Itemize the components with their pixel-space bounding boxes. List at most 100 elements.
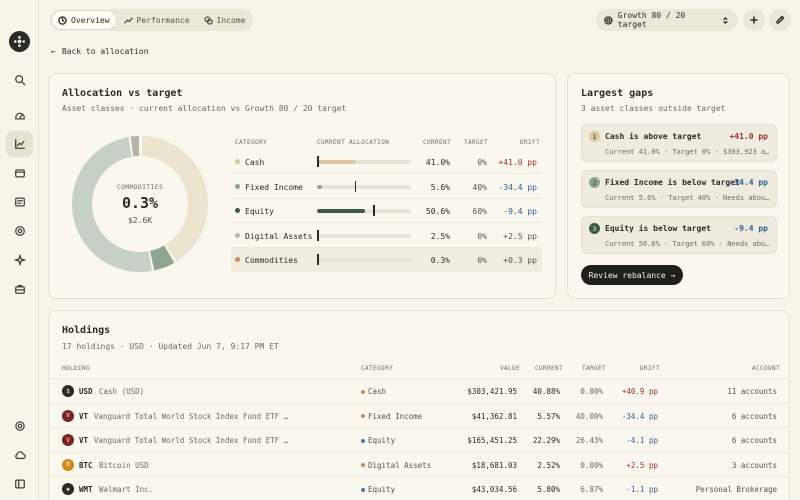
holding-row[interactable]: V VT Vanguard Total World Stock Index Fund… — [48, 427, 790, 451]
category-dot — [235, 183, 240, 189]
holding-category: Equity — [361, 485, 395, 494]
holding-account: Personal Brokerage — [695, 485, 777, 494]
holdings-title: Holdings — [62, 325, 111, 336]
tab-label: Performance — [136, 15, 190, 25]
sidebar-transactions[interactable] — [6, 189, 33, 215]
sidebar-settings[interactable] — [6, 413, 33, 439]
holding-icon: V — [62, 434, 74, 446]
sidebar-sync[interactable] — [6, 442, 33, 468]
sidebar-search[interactable] — [6, 67, 33, 93]
current-value: 41.0% — [425, 158, 450, 167]
clock-icon — [58, 15, 67, 25]
holding-category: Equity — [361, 436, 395, 445]
holding-target: 26.43% — [575, 436, 603, 445]
holding-current: 22.29% — [532, 436, 560, 445]
holding-value: $43,034.56 — [471, 485, 517, 494]
holding-icon: B — [62, 458, 74, 471]
allocation-row[interactable]: Equity 50.6% 60% -9.4 pp — [231, 199, 542, 223]
holding-drift: -34.4 pp — [621, 411, 658, 421]
current-value: 0.3% — [430, 256, 450, 265]
category-dot — [235, 232, 240, 238]
holding-row[interactable]: ✱ WMT Walmart Inc. Equity $43,034.56 5.80% 6.8… — [48, 476, 790, 500]
tab-income[interactable]: Income — [198, 11, 252, 29]
holding-category: Fixed Income — [361, 412, 422, 421]
add-button[interactable] — [743, 9, 765, 31]
target-marker — [317, 254, 319, 265]
holding-row[interactable]: V VT Vanguard Total World Stock Index Fund… — [48, 402, 790, 427]
gap-title: Cash is above target — [605, 132, 702, 141]
search-icon — [14, 75, 25, 86]
sidebar-collapse[interactable] — [6, 471, 33, 497]
sidebar-insights[interactable] — [6, 247, 33, 273]
gap-item[interactable]: 3 Equity is below target -9.4 pp Current 50… — [581, 216, 777, 254]
allocation-title: Allocation vs target — [62, 88, 183, 99]
sidebar-dashboard[interactable] — [6, 102, 33, 128]
holding-category-label: Cash — [368, 387, 387, 396]
category-name: Digital Assets — [245, 231, 313, 241]
tab-performance[interactable]: Performance — [118, 11, 196, 29]
allocation-bar — [317, 184, 411, 189]
sidebar-vault[interactable] — [6, 276, 33, 302]
allocation-bar — [317, 258, 411, 262]
sidebar-goals[interactable] — [6, 218, 33, 244]
coins-icon — [203, 15, 213, 25]
back-link[interactable]: ← Back to allocation — [51, 47, 149, 56]
holding-row[interactable]: $ USD Cash (USD) Cash $303,421.95 40.88% 0.00%… — [48, 378, 790, 402]
holding-drift: -4.1 pp — [626, 436, 658, 445]
holding-drift: +40.9 pp — [621, 387, 658, 396]
category-dot — [235, 208, 240, 213]
target-marker — [373, 205, 375, 216]
current-value: 5.6% — [430, 182, 450, 192]
allocation-row[interactable]: Digital Assets 2.5% 0% +2.5 pp — [231, 224, 542, 248]
allocation-row[interactable]: Fixed Income 5.6% 40% -34.4 pp — [231, 175, 542, 199]
allocation-bar-fill — [317, 160, 356, 164]
sidebar-toggle-icon — [14, 479, 25, 489]
drift-value: -9.4 pp — [503, 207, 537, 216]
holding-row[interactable]: B BTC Bitcoin USD Digital Assets $18,681.03 2… — [48, 451, 790, 476]
wallet-icon — [14, 169, 25, 178]
category-name: Commodities — [245, 256, 298, 265]
holding-drift: -1.1 pp — [626, 485, 658, 494]
holding-name: Vanguard Total World Stock Index Fund ET… — [94, 436, 290, 445]
holding-target: 6.87% — [580, 485, 603, 494]
plus-icon — [750, 16, 758, 24]
gap-title: Fixed Income is below target — [605, 178, 740, 187]
target-value: 40% — [472, 182, 487, 192]
allocation-bar — [317, 209, 411, 213]
briefcase-icon — [14, 284, 25, 294]
target-marker — [317, 229, 319, 241]
holding-icon: V — [62, 409, 74, 422]
tab-label: Income — [216, 15, 246, 25]
edit-button[interactable] — [769, 9, 791, 31]
current-value: 2.5% — [430, 231, 450, 241]
current-value: 50.6% — [425, 207, 450, 216]
gap-drift: -9.4 pp — [734, 224, 768, 233]
target-marker — [317, 156, 319, 167]
gap-number: 3 — [589, 223, 600, 234]
sidebar-accounts[interactable] — [6, 160, 33, 186]
review-rebalance-button[interactable]: Review rebalance → — [581, 265, 683, 285]
holding-target: 0.00% — [580, 460, 603, 470]
gap-item[interactable]: 1 Cash is above target +41.0 pp Current 41.… — [581, 124, 777, 162]
target-value: 60% — [472, 207, 487, 216]
allocation-row[interactable]: Cash 41.0% 0% +41.0 pp — [231, 150, 542, 174]
donut-center: COMMODITIES 0.3% $2.6K — [70, 134, 210, 274]
chart-icon — [14, 139, 25, 149]
allocation-bar-fill — [317, 209, 365, 213]
holding-category: Cash — [361, 387, 386, 396]
allocation-row[interactable]: Commodities 0.3% 0% +0.3 pp — [231, 248, 542, 272]
gaps-title: Largest gaps — [581, 88, 654, 99]
gap-item[interactable]: 2 Fixed Income is below target -34.4 pp Cur… — [581, 170, 777, 208]
category-dot — [361, 389, 365, 394]
holding-current: 5.80% — [537, 485, 560, 494]
category-name: Equity — [245, 207, 274, 216]
app-logo[interactable] — [9, 31, 30, 52]
donut-amount: $2.6K — [127, 216, 153, 225]
holding-account: 6 accounts — [731, 411, 777, 421]
holding-value: $303,421.95 — [467, 387, 517, 396]
tab-overview[interactable]: Overview — [52, 11, 116, 29]
gear-icon — [14, 421, 25, 431]
holding-symbol: VT — [79, 436, 89, 445]
target-selector[interactable]: Growth 80 / 20 target — [596, 9, 738, 31]
sidebar-allocation[interactable] — [6, 131, 33, 157]
